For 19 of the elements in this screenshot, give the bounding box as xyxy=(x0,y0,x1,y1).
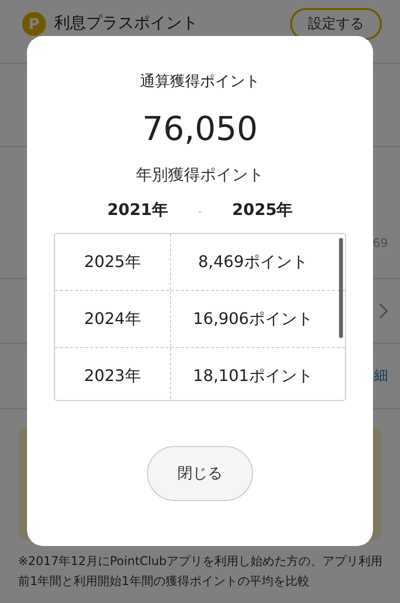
close-button[interactable]: 閉じる xyxy=(147,446,253,501)
start-year[interactable]: 2021年 xyxy=(107,200,168,221)
year-cell: 2023年 xyxy=(55,348,171,400)
yearly-heading: 年別獲得ポイント xyxy=(136,165,264,186)
year-cell: 2024年 xyxy=(55,291,171,347)
settings-button[interactable]: 設定する xyxy=(290,8,382,40)
total-points: 76,050 xyxy=(142,109,258,149)
footnote: ※2017年12月にPointClubアプリを利用し始めた方の、アプリ利用前1年間と利用開始1年間の獲得ポイントの平均を比較 xyxy=(18,553,384,590)
points-cell-text: 8,469ポイント xyxy=(197,250,309,272)
range-separator: - xyxy=(198,204,202,218)
year-cell: 2025年 xyxy=(55,234,171,290)
section-title: 利息プラスポイント xyxy=(54,13,199,34)
chevron-icon[interactable] xyxy=(379,303,388,319)
points-cell-text: 18,101ポイント xyxy=(192,364,314,386)
end-year[interactable]: 2025年 xyxy=(232,200,293,221)
points-cell-text: 16,906ポイント xyxy=(192,308,314,330)
point-logo-icon: P xyxy=(22,12,46,36)
scrollbar[interactable] xyxy=(339,238,343,338)
dialog-title: 通算獲得ポイント xyxy=(140,72,260,91)
